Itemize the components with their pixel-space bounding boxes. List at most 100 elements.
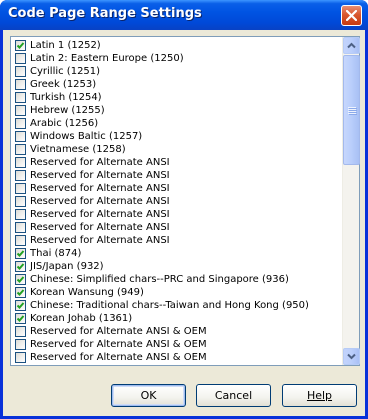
code-page-list: Latin 1 (1252) Latin 2: Eastern Europe (1…: [11, 37, 342, 365]
list-item-label: JIS/Japan (932): [30, 261, 104, 272]
chevron-up-icon: [347, 42, 356, 49]
list-item-label: Arabic (1256): [30, 118, 99, 129]
checkbox[interactable]: [15, 352, 26, 363]
checkbox[interactable]: [15, 105, 26, 116]
checkbox[interactable]: [15, 287, 26, 298]
checkmark-icon: [16, 250, 25, 257]
list-item[interactable]: Chinese: Traditional chars--Taiwan and H…: [11, 299, 342, 312]
list-item-label: Reserved for Alternate ANSI: [30, 196, 170, 207]
list-item-label: Latin 1 (1252): [30, 40, 101, 51]
close-button[interactable]: [341, 5, 362, 26]
cancel-button[interactable]: Cancel: [196, 384, 271, 407]
list-item-label: Hebrew (1255): [30, 105, 105, 116]
checkbox[interactable]: [15, 40, 26, 51]
list-item[interactable]: Reserved for Alternate ANSI & OEM: [11, 351, 342, 364]
list-item[interactable]: Windows Baltic (1257): [11, 130, 342, 143]
checkbox[interactable]: [15, 261, 26, 272]
chevron-down-icon: [347, 353, 356, 360]
window-title: Code Page Range Settings: [8, 6, 202, 21]
list-item-label: Turkish (1254): [30, 92, 102, 103]
list-item-label: Reserved for Alternate ANSI: [30, 209, 170, 220]
list-item-label: Reserved for Alternate ANSI: [30, 235, 170, 246]
list-item[interactable]: Reserved for Alternate ANSI: [11, 221, 342, 234]
list-item[interactable]: Korean Johab (1361): [11, 312, 342, 325]
list-item[interactable]: Arabic (1256): [11, 117, 342, 130]
list-item[interactable]: Reserved for Alternate ANSI: [11, 208, 342, 221]
checkbox[interactable]: [15, 339, 26, 350]
ok-button-label: OK: [140, 389, 157, 402]
checkbox[interactable]: [15, 79, 26, 90]
list-item[interactable]: Thai (874): [11, 247, 342, 260]
list-item[interactable]: Reserved for Alternate ANSI: [11, 234, 342, 247]
list-item-label: Cyrillic (1251): [30, 66, 101, 77]
list-item-label: Reserved for Alternate ANSI & OEM: [30, 339, 207, 350]
checkmark-icon: [16, 315, 25, 322]
checkbox[interactable]: [15, 300, 26, 311]
dialog-client-area: Latin 1 (1252) Latin 2: Eastern Europe (1…: [3, 30, 365, 416]
checkmark-icon: [16, 42, 25, 49]
checkmark-icon: [16, 276, 25, 283]
list-item-label: Chinese: Simplified chars--PRC and Singa…: [30, 274, 289, 285]
list-item-label: Reserved for Alternate ANSI: [30, 157, 170, 168]
list-item-label: Reserved for Alternate ANSI & OEM: [30, 326, 207, 337]
checkbox[interactable]: [15, 183, 26, 194]
checkbox[interactable]: [15, 53, 26, 64]
close-x-icon: [346, 10, 357, 21]
title-bar[interactable]: Code Page Range Settings: [0, 0, 368, 30]
ok-button[interactable]: OK: [111, 384, 186, 407]
checkmark-icon: [16, 263, 25, 270]
list-item[interactable]: Turkish (1254): [11, 91, 342, 104]
list-item-label: Reserved for Alternate ANSI: [30, 222, 170, 233]
list-item[interactable]: Chinese: Simplified chars--PRC and Singa…: [11, 273, 342, 286]
list-item[interactable]: Korean Wansung (949): [11, 286, 342, 299]
list-item-label: Vietnamese (1258): [30, 144, 126, 155]
vertical-scrollbar[interactable]: [342, 37, 360, 365]
list-item[interactable]: Latin 2: Eastern Europe (1250): [11, 52, 342, 65]
scroll-up-button[interactable]: [343, 37, 360, 54]
checkbox[interactable]: [15, 118, 26, 129]
scroll-down-button[interactable]: [343, 348, 360, 365]
help-button[interactable]: Help: [282, 384, 357, 407]
list-item[interactable]: Reserved for Alternate ANSI & OEM: [11, 364, 342, 365]
checkbox[interactable]: [15, 222, 26, 233]
list-item-label: Greek (1253): [30, 79, 97, 90]
list-item[interactable]: Reserved for Alternate ANSI: [11, 156, 342, 169]
list-item-label: Reserved for Alternate ANSI: [30, 183, 170, 194]
list-item-label: Reserved for Alternate ANSI: [30, 170, 170, 181]
code-page-listbox[interactable]: Latin 1 (1252) Latin 2: Eastern Europe (1…: [10, 36, 360, 366]
list-item[interactable]: Reserved for Alternate ANSI: [11, 182, 342, 195]
checkbox[interactable]: [15, 209, 26, 220]
list-item[interactable]: Latin 1 (1252): [11, 39, 342, 52]
checkbox[interactable]: [15, 131, 26, 142]
checkbox[interactable]: [15, 274, 26, 285]
scroll-thumb[interactable]: [343, 55, 360, 165]
list-item[interactable]: Reserved for Alternate ANSI: [11, 195, 342, 208]
checkbox[interactable]: [15, 248, 26, 259]
checkbox[interactable]: [15, 313, 26, 324]
checkbox[interactable]: [15, 235, 26, 246]
list-item-label: Thai (874): [30, 248, 82, 259]
help-button-label: Help: [306, 389, 333, 402]
checkbox[interactable]: [15, 170, 26, 181]
cancel-button-label: Cancel: [214, 389, 253, 402]
checkbox[interactable]: [15, 196, 26, 207]
list-item-label: Chinese: Traditional chars--Taiwan and H…: [30, 300, 309, 311]
checkbox[interactable]: [15, 92, 26, 103]
checkbox[interactable]: [15, 157, 26, 168]
checkbox[interactable]: [15, 144, 26, 155]
list-item[interactable]: JIS/Japan (932): [11, 260, 342, 273]
list-item-label: Korean Wansung (949): [30, 287, 144, 298]
list-item-label: Reserved for Alternate ANSI & OEM: [30, 352, 207, 363]
list-item[interactable]: Greek (1253): [11, 78, 342, 91]
list-item[interactable]: Reserved for Alternate ANSI & OEM: [11, 338, 342, 351]
list-item-label: Reserved for Alternate ANSI & OEM: [30, 364, 207, 365]
checkbox[interactable]: [15, 326, 26, 337]
dialog-window: Code Page Range Settings Latin 1 (1252) L…: [0, 0, 368, 419]
list-item[interactable]: Hebrew (1255): [11, 104, 342, 117]
list-item-label: Windows Baltic (1257): [30, 131, 143, 142]
checkbox[interactable]: [15, 66, 26, 77]
list-item[interactable]: Reserved for Alternate ANSI & OEM: [11, 325, 342, 338]
list-item[interactable]: Reserved for Alternate ANSI: [11, 169, 342, 182]
list-item[interactable]: Cyrillic (1251): [11, 65, 342, 78]
list-item[interactable]: Vietnamese (1258): [11, 143, 342, 156]
